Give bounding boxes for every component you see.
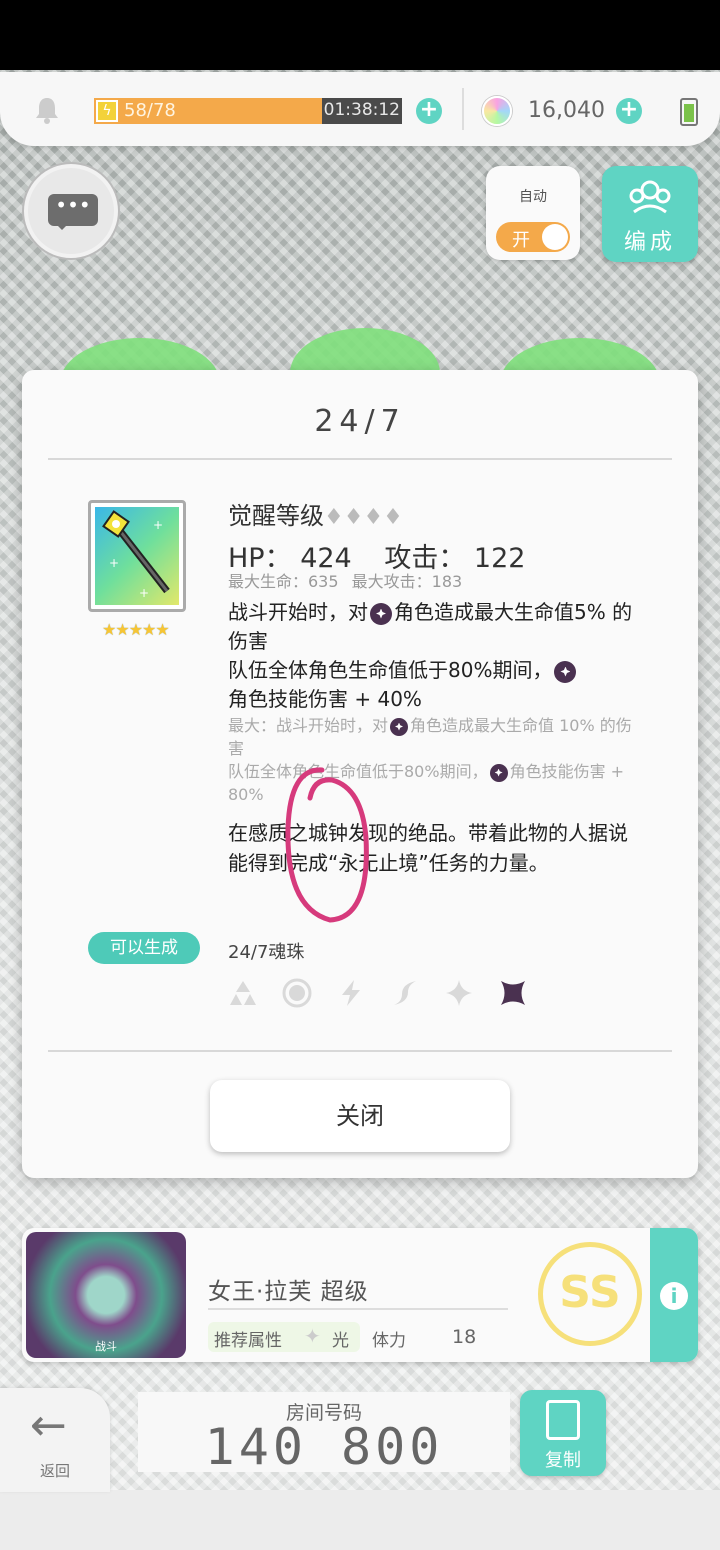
stamina-text: 58/78	[124, 100, 176, 121]
staff-icon: + + +	[102, 510, 170, 600]
copy-button[interactable]: 复制	[520, 1390, 606, 1476]
gem-count: 16,040	[528, 98, 605, 123]
divider	[462, 88, 464, 130]
svg-text:+: +	[139, 586, 149, 600]
back-label: 返回	[39, 1462, 70, 1480]
modal-title: 24/7	[314, 404, 406, 439]
atk-value: 122	[473, 543, 526, 574]
svg-text:+: +	[109, 556, 119, 570]
thunder-attribute-icon	[342, 980, 360, 1006]
item-image-frame: + + +	[88, 500, 186, 612]
recommended-attribute: 推荐属性 ✦ 光	[208, 1322, 360, 1352]
awaken-level: 觉醒等级♦♦♦♦	[228, 496, 403, 531]
awaken-diamonds: ♦♦♦♦	[324, 505, 403, 530]
max-desc-text: 最大：战斗开始时，对	[228, 716, 389, 735]
light-attribute-icon	[446, 980, 472, 1006]
max-atk: 最大攻击：183	[351, 572, 463, 591]
party-icon	[629, 180, 671, 214]
boss-image: 战斗	[26, 1232, 186, 1358]
close-button[interactable]: 关闭	[210, 1080, 510, 1152]
chat-button[interactable]: •••	[24, 164, 118, 258]
stamina-bar: ϟ 58/78 01:38:12	[94, 98, 402, 124]
dark-attribute-icon	[370, 602, 392, 625]
bottom-bar	[0, 1490, 720, 1550]
auto-toggle-panel: 自动 开	[486, 166, 580, 260]
annotation-circle	[285, 767, 369, 923]
add-gems-button[interactable]: +	[616, 98, 642, 124]
divider	[208, 1308, 508, 1310]
dark-attribute-icon	[390, 717, 409, 736]
clipboard-icon	[546, 1400, 580, 1440]
dark-attribute-icon	[554, 660, 577, 683]
formation-label: 编成	[623, 230, 676, 255]
boss-tag: 战斗	[95, 1340, 117, 1353]
stamina-cost: 18	[452, 1326, 477, 1348]
add-stamina-button[interactable]: +	[416, 98, 442, 124]
toggle-state: 开	[512, 230, 530, 251]
desc-text: 队伍全体角色生命值低于80%期间，	[228, 658, 553, 682]
fire-attribute-icon	[282, 978, 312, 1008]
can-make-badge: 可以生成	[88, 932, 200, 964]
auto-label: 自动	[519, 189, 547, 205]
svg-text:+: +	[153, 518, 163, 532]
toggle-knob	[542, 224, 568, 250]
gem-icon	[482, 96, 512, 126]
max-hp: 最大生命：635	[228, 572, 339, 591]
info-icon: i	[660, 1282, 688, 1310]
orb-name: 24/7魂珠	[228, 942, 305, 963]
water-attribute-icon	[230, 981, 256, 1005]
room-number: 140 800	[204, 1418, 444, 1476]
dark-attribute-icon	[489, 763, 508, 782]
max-stats: 最大生命：635 最大攻击：183	[228, 568, 462, 592]
recommended-label: 推荐属性	[214, 1331, 282, 1351]
rank-badge: SS	[538, 1242, 642, 1346]
quest-name: 女王·拉芙 超级	[208, 1279, 369, 1305]
info-button[interactable]: i	[650, 1228, 698, 1362]
chat-bubble-icon: •••	[48, 194, 98, 230]
item-image: + + +	[95, 507, 179, 605]
back-arrow-icon: ←	[30, 1400, 67, 1451]
system-status-bar	[0, 0, 720, 70]
desc-text: 角色技能伤害 + 40%	[228, 687, 422, 711]
desc-text: 战斗开始时，对	[228, 600, 368, 624]
wind-attribute-icon	[394, 981, 416, 1005]
auto-toggle[interactable]: 开	[496, 222, 570, 252]
stamina-label: 体力	[372, 1331, 406, 1351]
light-attribute-icon: ✦	[304, 1324, 321, 1348]
bell-icon[interactable]	[34, 96, 60, 124]
rarity-stars: ★★★★★	[102, 620, 170, 639]
dark-attribute-icon	[501, 981, 525, 1005]
back-button[interactable]: ← 返回	[0, 1388, 110, 1492]
effect-description: 战斗开始时，对 角色造成最大生命值5% 的伤害 队伍全体角色生命值低于80%期间，…	[228, 598, 638, 714]
resource-bar: ϟ 58/78 01:38:12 + 16,040 +	[0, 72, 720, 146]
lightning-icon: ϟ	[96, 100, 118, 122]
stamina-timer: 01:38:12	[323, 100, 400, 120]
recommended-attr: 光	[332, 1331, 349, 1351]
battery-icon	[680, 98, 698, 126]
quest-card[interactable]: 战斗 女王·拉芙 超级 推荐属性 ✦ 光 体力 18 SS i	[22, 1228, 698, 1362]
copy-label: 复制	[545, 1450, 581, 1471]
room-number-box: 房间号码 140 800	[138, 1392, 510, 1476]
divider	[48, 458, 672, 460]
awaken-label: 觉醒等级	[228, 502, 324, 530]
divider	[48, 1050, 672, 1052]
formation-button[interactable]: 编成	[602, 166, 698, 262]
